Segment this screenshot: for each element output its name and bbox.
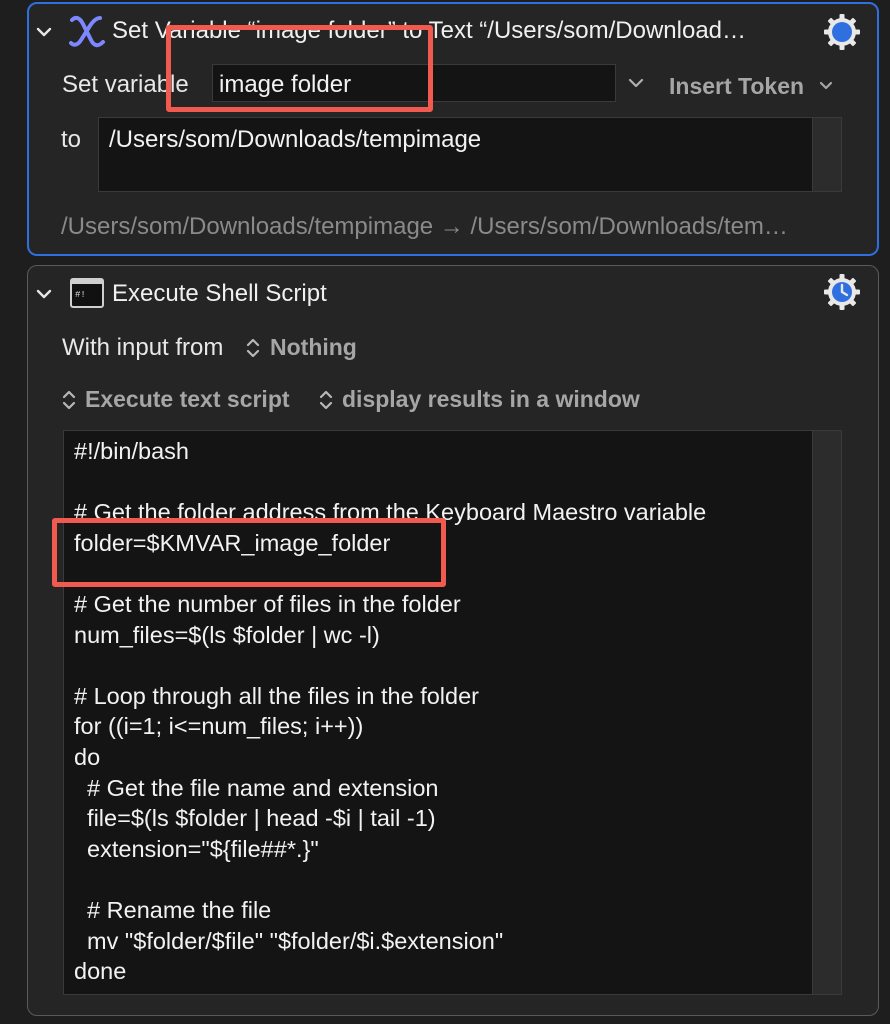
- insert-token-chevron-icon[interactable]: [817, 77, 835, 95]
- variable-dropdown-chevron-icon[interactable]: [626, 73, 646, 93]
- script-line: file=$(ls $folder | head -$i | tail -1): [74, 805, 436, 832]
- insert-token-button[interactable]: Insert Token: [669, 73, 804, 100]
- script-line: done: [74, 958, 127, 985]
- script-line: [74, 650, 706, 681]
- text-value-field[interactable]: /Users/som/Downloads/tempimage: [98, 117, 842, 192]
- variable-x-icon: [66, 12, 108, 50]
- script-line: # Get the file name and extension: [74, 774, 439, 801]
- variable-name-field[interactable]: image folder: [212, 64, 616, 102]
- gear-icon[interactable]: [822, 12, 862, 52]
- script-line: [74, 864, 706, 895]
- updown-chevron-icon[interactable]: [60, 388, 78, 417]
- collapse-chevron-icon[interactable]: [34, 22, 54, 42]
- variable-name-value: image folder: [219, 71, 352, 98]
- script-line: # Get the folder address from the Keyboa…: [74, 499, 707, 526]
- input-from-label: With input from: [62, 334, 224, 361]
- script-line: extension="${file##*.}": [74, 835, 319, 862]
- updown-chevron-icon[interactable]: [317, 388, 335, 417]
- set-variable-label: Set variable: [62, 71, 189, 98]
- macro-editor: Set Variable “image folder” to Text “/Us…: [0, 0, 890, 1024]
- script-line: do: [74, 743, 101, 770]
- script-line: # Get the number of files in the folder: [74, 590, 461, 617]
- script-line: #!/bin/bash: [74, 438, 189, 464]
- preview-text: /Users/som/Downloads/tempimage → /Users/…: [61, 213, 788, 240]
- gear-icon[interactable]: [822, 272, 862, 312]
- script-code: #!/bin/bash # Get the folder address fro…: [74, 436, 706, 987]
- script-line: [74, 558, 706, 589]
- text-field-scrollbar[interactable]: [812, 118, 841, 191]
- script-line: [74, 467, 706, 498]
- input-source-value: Nothing: [270, 334, 357, 360]
- svg-text:#!: #!: [75, 290, 86, 300]
- collapse-chevron-icon[interactable]: [34, 284, 54, 304]
- script-line: mv "$folder/$file" "$folder/$i.$extensio…: [74, 927, 504, 954]
- script-scrollbar[interactable]: [812, 431, 841, 994]
- action-title: Set Variable “image folder” to Text “/Us…: [112, 17, 747, 44]
- to-label: to: [61, 126, 82, 153]
- result-mode-value: display results in a window: [342, 386, 640, 412]
- script-line: # Loop through all the files in the fold…: [74, 682, 479, 709]
- script-line: folder=$KMVAR_image_folder: [74, 529, 391, 556]
- script-line: # Rename the file: [74, 896, 272, 923]
- terminal-icon: #!: [70, 278, 104, 308]
- result-mode-popup[interactable]: display results in a window: [342, 386, 640, 413]
- insert-token-label: Insert Token: [669, 73, 805, 99]
- execute-mode-popup[interactable]: Execute text script: [85, 386, 290, 413]
- updown-chevron-icon[interactable]: [244, 336, 262, 365]
- input-source-popup[interactable]: Nothing: [270, 334, 357, 361]
- execute-mode-value: Execute text script: [85, 386, 290, 412]
- text-value: /Users/som/Downloads/tempimage: [109, 126, 482, 153]
- action-title: Execute Shell Script: [112, 280, 327, 307]
- script-line: num_files=$(ls $folder | wc -l): [74, 621, 380, 648]
- script-line: for ((i=1; i<=num_files; i++)): [74, 713, 364, 740]
